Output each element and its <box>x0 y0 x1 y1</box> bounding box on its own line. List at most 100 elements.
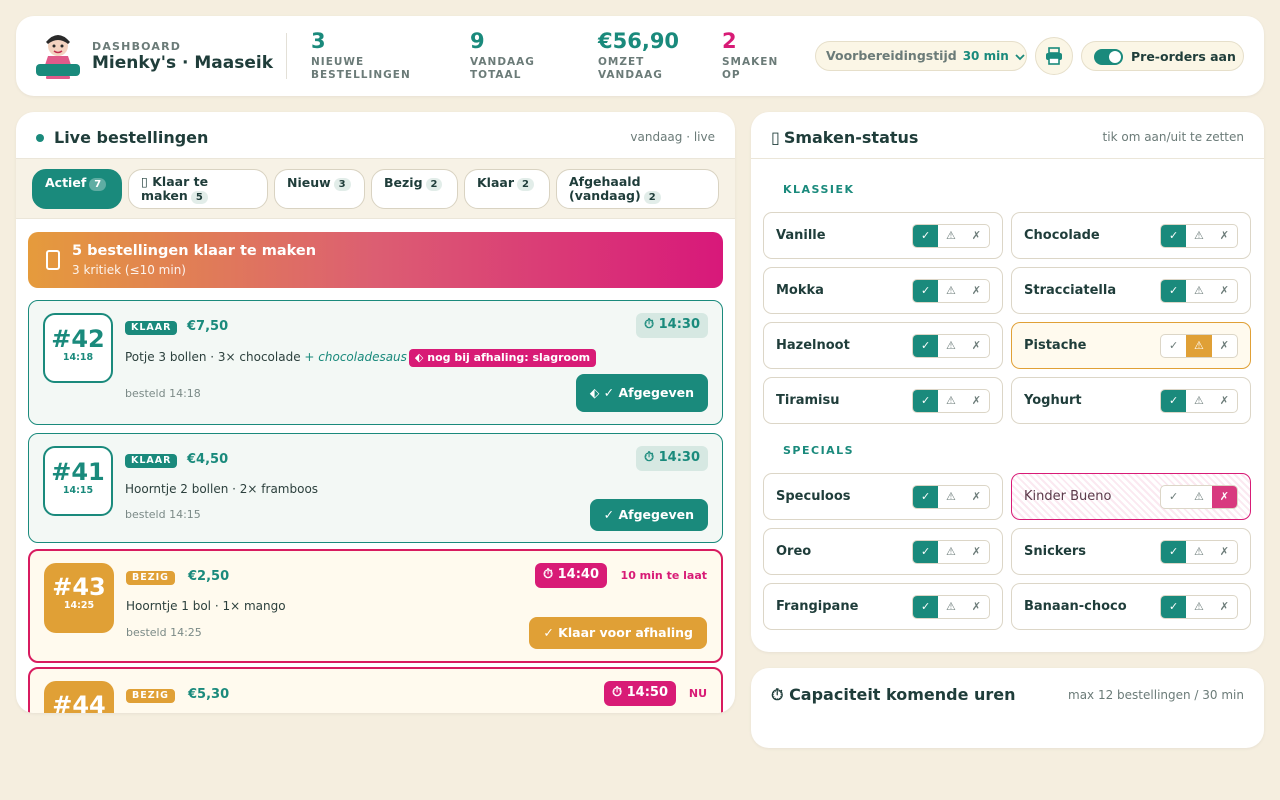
tab-afgehaald[interactable]: Afgehaald (vandaag) 2 <box>556 169 719 209</box>
available-button[interactable]: ✓ <box>913 596 939 618</box>
sold-out-button[interactable]: ✗ <box>964 335 989 357</box>
available-button[interactable]: ✓ <box>1161 390 1187 412</box>
available-button[interactable]: ✓ <box>1161 225 1187 247</box>
sold-out-button[interactable]: ✗ <box>1212 225 1237 247</box>
flavor-status-toggle[interactable]: ✓ ⚠ ✗ <box>912 540 990 564</box>
flavor-status-toggle[interactable]: ✓ ⚠ ✗ <box>912 595 990 619</box>
stopwatch-icon: ⏱ <box>643 317 655 332</box>
sold-out-button[interactable]: ✗ <box>964 596 989 618</box>
flavor-card[interactable]: Mokka ✓ ⚠ ✗ <box>763 267 1003 314</box>
low-stock-button[interactable]: ⚠ <box>1186 596 1211 618</box>
sold-out-button[interactable]: ✗ <box>964 541 989 563</box>
sold-out-button[interactable]: ✗ <box>1212 541 1237 563</box>
available-button[interactable]: ✓ <box>1161 486 1186 508</box>
low-stock-button[interactable]: ⚠ <box>938 335 963 357</box>
order-card-42[interactable]: #42 14:18 KLAAR €7,50 ⏱ 14:30 Potje 3 bo… <box>28 300 723 425</box>
available-button[interactable]: ✓ <box>913 335 939 357</box>
flavor-status-toggle[interactable]: ✓ ⚠ ✗ <box>912 279 990 303</box>
order-price: €2,50 <box>188 569 230 584</box>
print-button[interactable] <box>1035 37 1073 75</box>
flavor-name: Snickers <box>1024 544 1087 559</box>
low-stock-button[interactable]: ⚠ <box>1186 280 1211 302</box>
tab-bezig[interactable]: Bezig 2 <box>371 169 458 209</box>
available-button[interactable]: ✓ <box>913 225 939 247</box>
flavor-card[interactable]: Tiramisu ✓ ⚠ ✗ <box>763 377 1003 424</box>
flavor-card[interactable]: Banaan-choco ✓ ⚠ ✗ <box>1011 583 1251 630</box>
available-button[interactable]: ✓ <box>1161 335 1186 357</box>
flavor-card[interactable]: Stracciatella ✓ ⚠ ✗ <box>1011 267 1251 314</box>
low-stock-button[interactable]: ⚠ <box>938 390 963 412</box>
flavor-name: Yoghurt <box>1024 393 1082 408</box>
flavor-status-toggle[interactable]: ✓ ⚠ ✗ <box>912 224 990 248</box>
flavor-card[interactable]: Snickers ✓ ⚠ ✗ <box>1011 528 1251 575</box>
handed-over-button[interactable]: ✓ Afgegeven <box>589 499 708 531</box>
sold-out-button[interactable]: ✗ <box>1212 596 1237 618</box>
flavor-card[interactable]: Kinder Bueno ✓ ⚠ ✗ <box>1011 473 1251 520</box>
low-stock-button[interactable]: ⚠ <box>938 596 963 618</box>
available-button[interactable]: ✓ <box>1161 280 1187 302</box>
flavor-card[interactable]: Vanille ✓ ⚠ ✗ <box>763 212 1003 259</box>
flavor-card[interactable]: Pistache ✓ ⚠ ✗ <box>1011 322 1251 369</box>
flavor-card[interactable]: Oreo ✓ ⚠ ✗ <box>763 528 1003 575</box>
order-card-41[interactable]: #41 14:15 KLAAR €4,50 ⏱ 14:30 Hoorntje 2… <box>28 433 723 543</box>
available-button[interactable]: ✓ <box>913 390 939 412</box>
tab-klaar-te-maken[interactable]: ▯ Klaar te maken 5 <box>128 169 268 209</box>
available-button[interactable]: ✓ <box>1161 596 1187 618</box>
flavor-status-toggle[interactable]: ✓ ⚠ ✗ <box>1160 485 1238 509</box>
status-badge: KLAAR <box>125 321 178 335</box>
low-stock-button[interactable]: ⚠ <box>1186 390 1211 412</box>
flavor-status-toggle[interactable]: ✓ ⚠ ✗ <box>912 334 990 358</box>
flavor-status-toggle[interactable]: ✓ ⚠ ✗ <box>1160 540 1238 564</box>
ready-for-pickup-button[interactable]: ✓ Klaar voor afhaling <box>529 617 707 649</box>
order-card-44[interactable]: #44 BEZIG €5,30 ⏱ 14:50 NU <box>28 667 723 713</box>
low-stock-button[interactable]: ⚠ <box>1186 541 1211 563</box>
sold-out-button[interactable]: ✗ <box>1212 390 1237 412</box>
low-stock-button[interactable]: ⚠ <box>938 280 963 302</box>
flavor-card[interactable]: Frangipane ✓ ⚠ ✗ <box>763 583 1003 630</box>
sold-out-button[interactable]: ✗ <box>964 486 989 508</box>
low-stock-button[interactable]: ⚠ <box>938 541 963 563</box>
handed-over-button[interactable]: ⬖ ✓ Afgegeven <box>575 374 708 412</box>
sold-out-button[interactable]: ✗ <box>964 225 989 247</box>
flavor-card[interactable]: Hazelnoot ✓ ⚠ ✗ <box>763 322 1003 369</box>
toggle-switch[interactable] <box>1094 49 1123 65</box>
flavor-status-toggle[interactable]: ✓ ⚠ ✗ <box>912 389 990 413</box>
sold-out-button[interactable]: ✗ <box>964 390 989 412</box>
available-button[interactable]: ✓ <box>913 486 939 508</box>
pickup-time: ⏱ 14:30 <box>635 313 708 338</box>
order-card-43[interactable]: #43 14:25 BEZIG €2,50 ⏱ 14:40 10 min te … <box>28 549 723 663</box>
flavor-status-toggle[interactable]: ✓ ⚠ ✗ <box>1160 279 1238 303</box>
sold-out-button[interactable]: ✗ <box>1211 486 1237 508</box>
sold-out-button[interactable]: ✗ <box>1212 335 1237 357</box>
divider <box>751 158 1264 159</box>
sold-out-button[interactable]: ✗ <box>1212 280 1237 302</box>
alert-banner[interactable]: 5 bestellingen klaar te maken 3 kritiek … <box>28 232 723 288</box>
sold-out-button[interactable]: ✗ <box>964 280 989 302</box>
low-stock-button[interactable]: ⚠ <box>1186 335 1212 357</box>
low-stock-button[interactable]: ⚠ <box>938 486 963 508</box>
flavor-card[interactable]: Chocolade ✓ ⚠ ✗ <box>1011 212 1251 259</box>
flavor-status-toggle[interactable]: ✓ ⚠ ✗ <box>1160 334 1238 358</box>
flavor-status-toggle[interactable]: ✓ ⚠ ✗ <box>912 485 990 509</box>
preorders-toggle[interactable]: Pre-orders aan <box>1081 41 1244 71</box>
flavor-status-toggle[interactable]: ✓ ⚠ ✗ <box>1160 595 1238 619</box>
flavor-status-toggle[interactable]: ✓ ⚠ ✗ <box>1160 224 1238 248</box>
available-button[interactable]: ✓ <box>1161 541 1187 563</box>
status-badge: BEZIG <box>126 571 175 585</box>
flavor-status-toggle[interactable]: ✓ ⚠ ✗ <box>1160 389 1238 413</box>
low-stock-button[interactable]: ⚠ <box>1186 486 1211 508</box>
prep-time-select[interactable]: Voorbereidingstijd 30 min <box>815 41 1027 71</box>
available-button[interactable]: ✓ <box>913 541 939 563</box>
flavor-name: Oreo <box>776 544 812 559</box>
stopwatch-icon: ⏱ <box>611 685 623 700</box>
low-stock-button[interactable]: ⚠ <box>938 225 963 247</box>
available-button[interactable]: ✓ <box>913 280 939 302</box>
tab-actief[interactable]: Actief 7 <box>32 169 122 209</box>
flavor-card[interactable]: Yoghurt ✓ ⚠ ✗ <box>1011 377 1251 424</box>
flavor-card[interactable]: Speculoos ✓ ⚠ ✗ <box>763 473 1003 520</box>
tab-klaar[interactable]: Klaar 2 <box>464 169 550 209</box>
header-divider <box>286 33 287 79</box>
low-stock-button[interactable]: ⚠ <box>1186 225 1211 247</box>
tab-nieuw[interactable]: Nieuw 3 <box>274 169 365 209</box>
flavor-name: Pistache <box>1024 338 1087 353</box>
